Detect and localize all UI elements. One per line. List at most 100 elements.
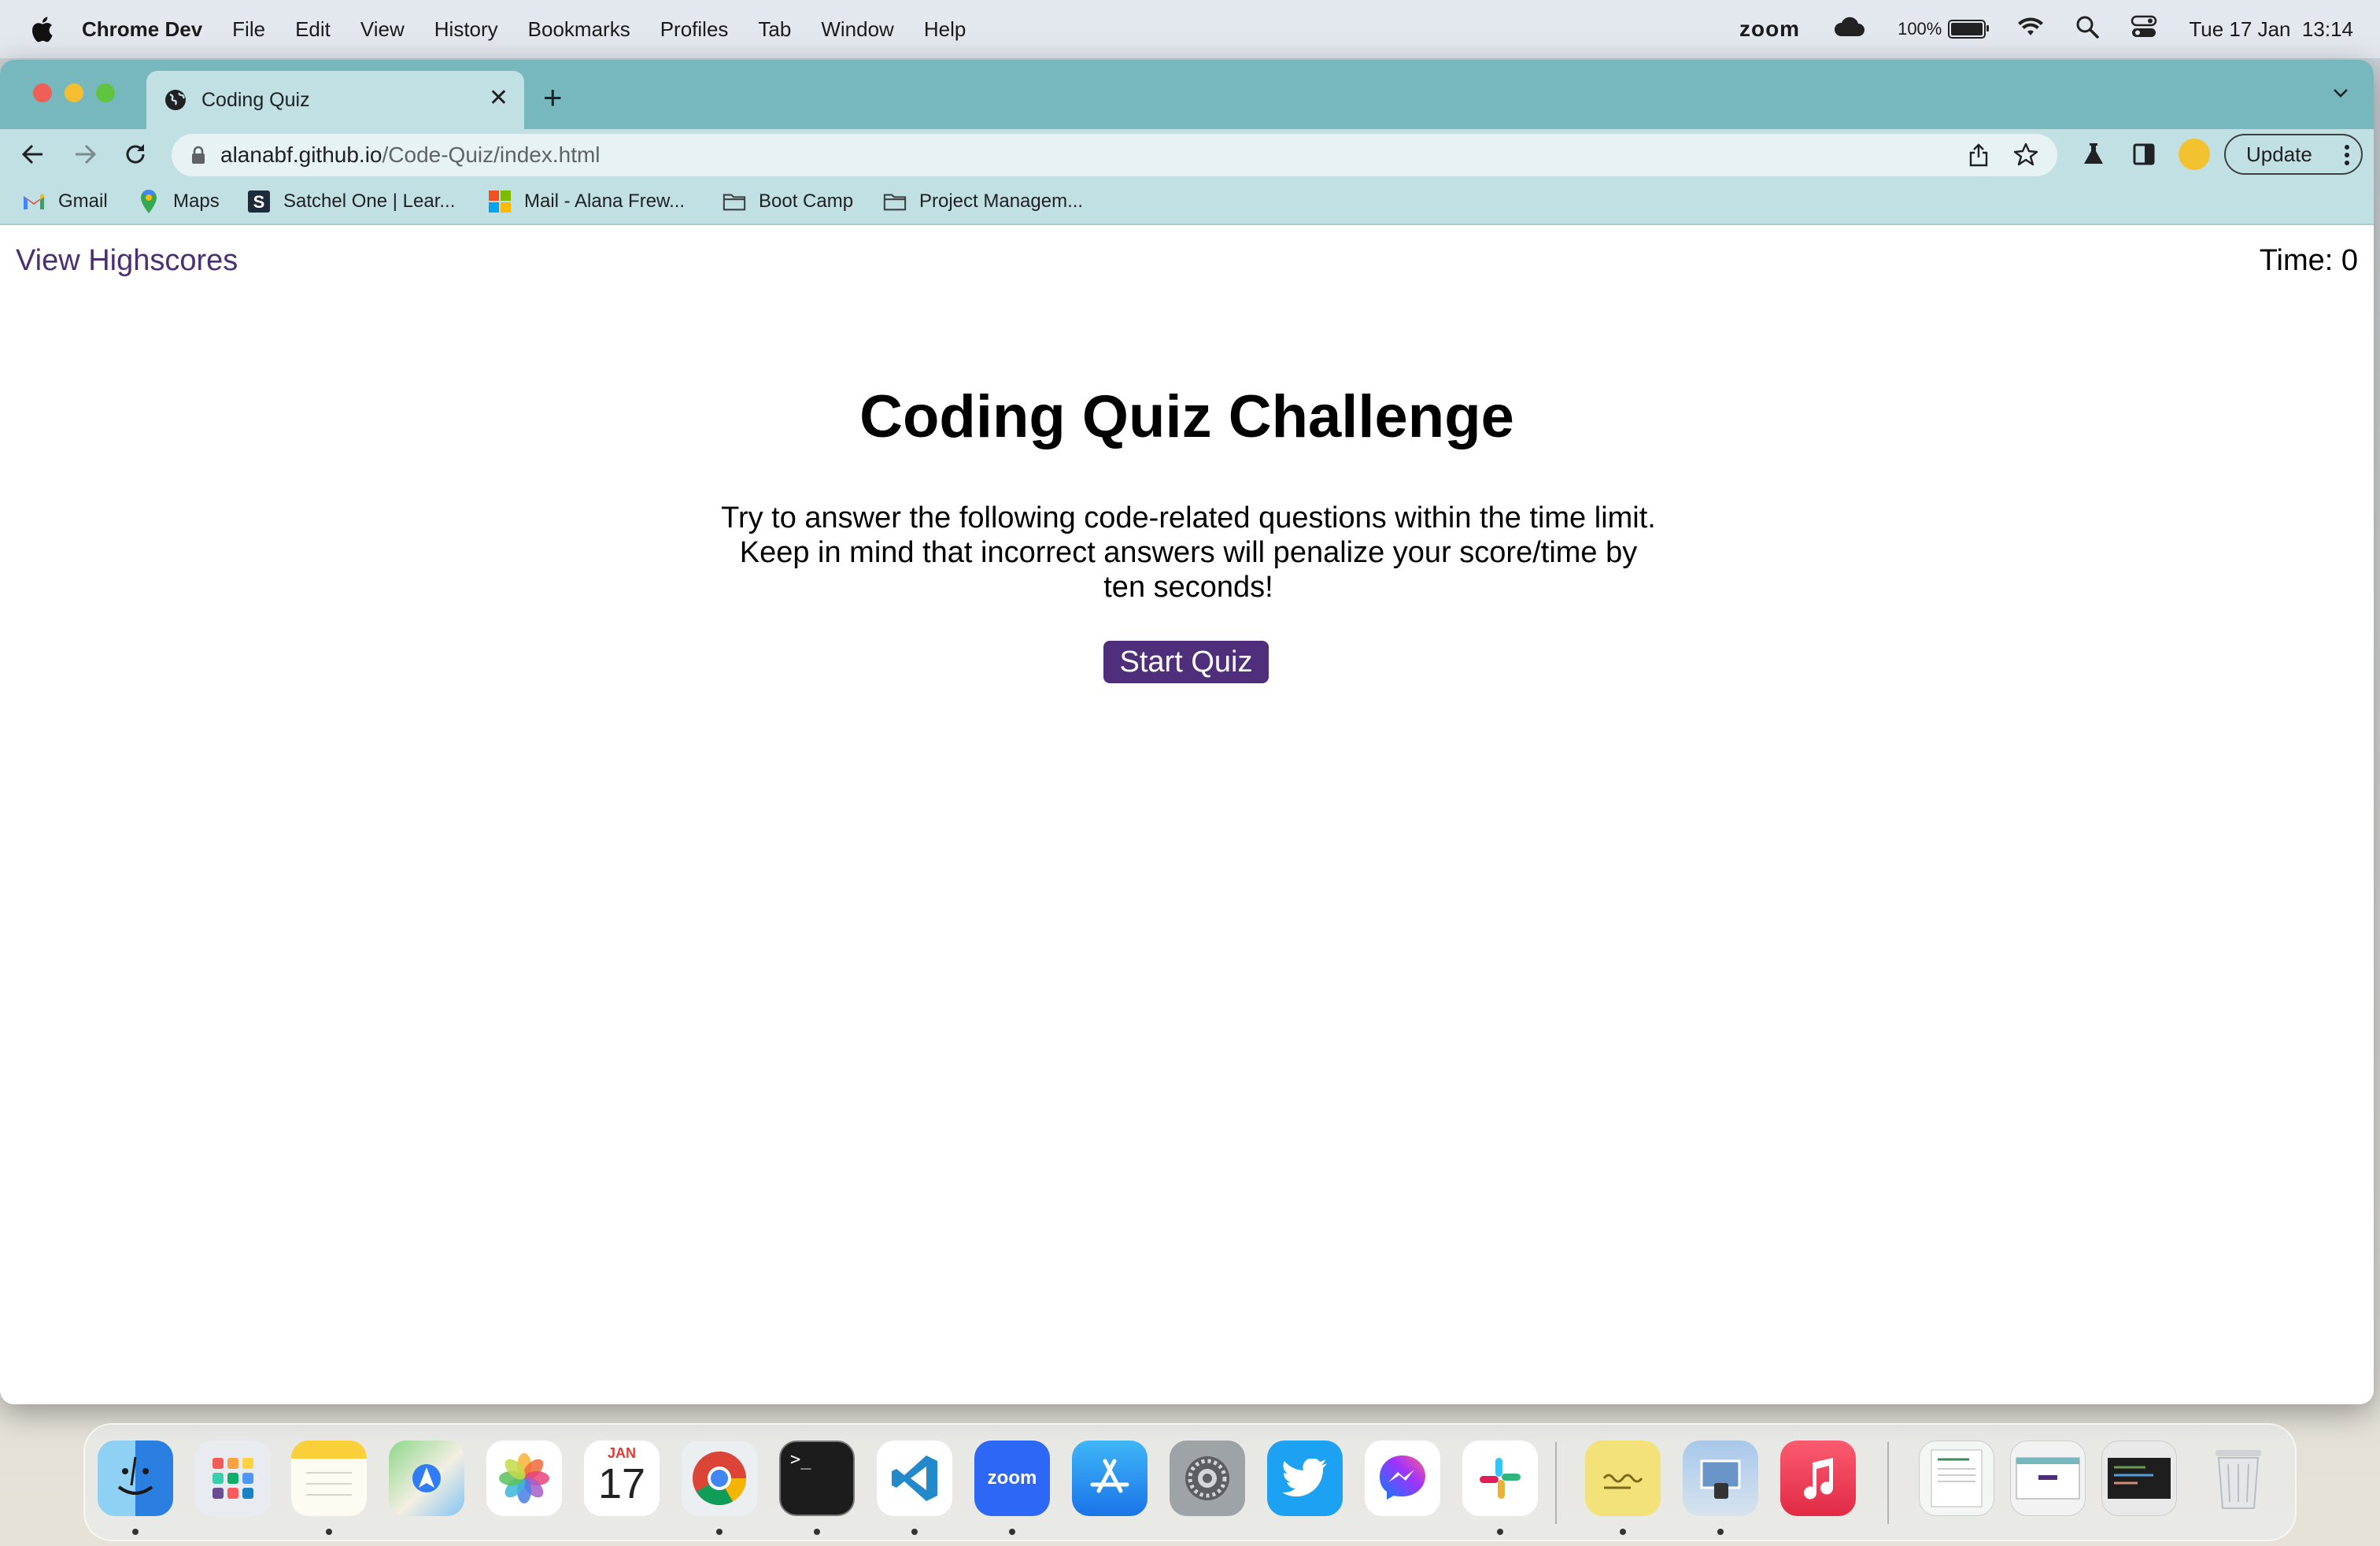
browser-toolbar: alanabf.github.io/Code-Quiz/index.html U…	[0, 129, 2374, 179]
close-window-button[interactable]	[33, 83, 52, 102]
macos-dock: JAN 17 >_ zoom	[83, 1423, 2297, 1541]
maps-icon	[137, 190, 161, 213]
bookmark-folder-project-management[interactable]: Project Managem...	[883, 179, 1083, 224]
bookmark-label: Satchel One | Lear...	[283, 190, 456, 212]
bookmark-label: Boot Camp	[759, 190, 854, 212]
satchel-icon: S	[247, 190, 271, 213]
zoom-app-label: zoom	[987, 1467, 1037, 1489]
menubar-status-area: zoom 100% Tue 17 Jan 13:14	[1739, 0, 2353, 58]
browser-window: Coding Quiz ✕ + alanabf.github.io/Code-Q…	[0, 60, 2374, 1404]
recent-document-thumbnail[interactable]	[1919, 1441, 1994, 1516]
recent-editor-window-thumbnail[interactable]	[2101, 1441, 2177, 1516]
system-settings-icon[interactable]	[1170, 1441, 1245, 1516]
finder-icon[interactable]	[98, 1441, 173, 1516]
launchpad-icon[interactable]	[195, 1441, 271, 1516]
wifi-icon[interactable]	[2017, 17, 2044, 43]
bookmark-maps[interactable]: Maps	[137, 179, 220, 224]
running-indicator	[1009, 1529, 1015, 1535]
battery-icon	[1948, 20, 1990, 39]
macos-menu-bar: Chrome Dev File Edit View History Bookma…	[0, 0, 2380, 58]
lock-icon[interactable]	[190, 146, 206, 165]
running-indicator	[814, 1529, 820, 1535]
apple-menu-icon[interactable]	[30, 15, 54, 43]
tab-title: Coding Quiz	[201, 88, 310, 111]
close-tab-icon[interactable]: ✕	[489, 87, 508, 110]
menu-window[interactable]: Window	[821, 17, 893, 42]
control-center-icon[interactable]	[2131, 15, 2157, 44]
profile-avatar[interactable]	[2179, 139, 2210, 170]
bookmark-label: Gmail	[58, 190, 108, 212]
bookmark-gmail[interactable]: Gmail	[22, 179, 108, 224]
menu-history[interactable]: History	[434, 17, 498, 42]
menu-profiles[interactable]: Profiles	[660, 17, 729, 42]
share-icon[interactable]	[1968, 143, 1990, 171]
trash-icon[interactable]	[2201, 1441, 2276, 1516]
spotlight-search-icon[interactable]	[2075, 15, 2100, 44]
menu-file[interactable]: File	[232, 17, 265, 42]
page-title: Coding Quiz Challenge	[859, 383, 1514, 450]
photos-icon[interactable]	[486, 1441, 562, 1516]
menubar-clock[interactable]: Tue 17 Jan 13:14	[2189, 17, 2353, 42]
bookmarks-bar: Gmail Maps S Satchel One | Lear... Mail …	[0, 179, 2374, 225]
music-icon[interactable]	[1780, 1441, 1856, 1516]
battery-status[interactable]: 100%	[1898, 19, 1990, 39]
battery-percent: 100%	[1898, 19, 1942, 39]
forward-arrow-icon[interactable]	[69, 139, 101, 170]
folder-icon	[883, 190, 907, 213]
labs-flask-icon[interactable]	[2078, 139, 2109, 170]
running-indicator	[1717, 1529, 1724, 1535]
globe-icon	[164, 88, 187, 112]
zoom-app-icon[interactable]: zoom	[974, 1441, 1050, 1516]
bookmark-star-icon[interactable]	[2013, 142, 2038, 171]
recent-browser-window-thumbnail[interactable]	[2010, 1441, 2086, 1516]
reload-icon[interactable]	[120, 139, 151, 170]
menu-tab[interactable]: Tab	[758, 17, 791, 42]
dock-separator	[1887, 1442, 1889, 1524]
menu-help[interactable]: Help	[924, 17, 966, 42]
terminal-prompt: >_	[790, 1450, 811, 1470]
menu-bookmarks[interactable]: Bookmarks	[528, 17, 630, 42]
start-quiz-button[interactable]: Start Quiz	[1103, 641, 1269, 683]
minimize-window-button[interactable]	[65, 83, 83, 102]
web-page: View Highscores Time: 0 Coding Quiz Chal…	[0, 225, 2374, 1404]
back-arrow-icon[interactable]	[17, 139, 49, 170]
bookmark-label: Project Managem...	[919, 190, 1084, 212]
active-app-name[interactable]: Chrome Dev	[82, 17, 202, 42]
tab-coding-quiz[interactable]: Coding Quiz ✕	[146, 71, 524, 129]
zoom-status-item[interactable]: zoom	[1739, 17, 1800, 42]
app-store-icon[interactable]	[1072, 1441, 1148, 1516]
url-host: alanabf.github.io	[220, 142, 382, 167]
bookmark-satchel-one[interactable]: S Satchel One | Lear...	[247, 179, 455, 224]
calendar-icon[interactable]: JAN 17	[584, 1441, 660, 1516]
maps-app-icon[interactable]	[389, 1441, 464, 1516]
update-button[interactable]: Update	[2224, 134, 2363, 175]
bookmark-mail[interactable]: Mail - Alana Frew...	[488, 179, 685, 224]
bookmark-folder-boot-camp[interactable]: Boot Camp	[722, 179, 853, 224]
preview-icon[interactable]	[1683, 1441, 1758, 1516]
view-highscores-link[interactable]: View Highscores	[16, 244, 238, 278]
running-indicator	[1620, 1529, 1626, 1535]
stickies-icon[interactable]	[1585, 1441, 1661, 1516]
notes-icon[interactable]	[291, 1441, 367, 1516]
menu-view[interactable]: View	[360, 17, 405, 42]
microsoft-icon	[488, 190, 512, 213]
fullscreen-window-button[interactable]	[96, 83, 115, 102]
calendar-day: 17	[597, 1460, 646, 1507]
side-panel-icon[interactable]	[2128, 139, 2160, 170]
url-text[interactable]: alanabf.github.io/Code-Quiz/index.html	[220, 142, 601, 168]
terminal-icon[interactable]: >_	[779, 1441, 855, 1516]
url-path: /Code-Quiz/index.html	[382, 142, 601, 167]
address-bar[interactable]: alanabf.github.io/Code-Quiz/index.html	[172, 134, 2057, 176]
twitter-icon[interactable]	[1267, 1441, 1343, 1516]
slack-icon[interactable]	[1462, 1441, 1538, 1516]
gmail-icon	[22, 190, 46, 213]
cloud-icon[interactable]	[1831, 16, 1866, 43]
calendar-month: JAN	[607, 1445, 636, 1461]
messenger-icon[interactable]	[1365, 1441, 1440, 1516]
tab-search-chevron-icon[interactable]	[2331, 83, 2350, 106]
more-options-icon[interactable]	[2344, 143, 2350, 172]
menu-edit[interactable]: Edit	[295, 17, 331, 42]
chrome-dev-icon[interactable]	[682, 1441, 757, 1516]
new-tab-plus-icon[interactable]: +	[543, 81, 563, 114]
vscode-icon[interactable]	[877, 1441, 952, 1516]
